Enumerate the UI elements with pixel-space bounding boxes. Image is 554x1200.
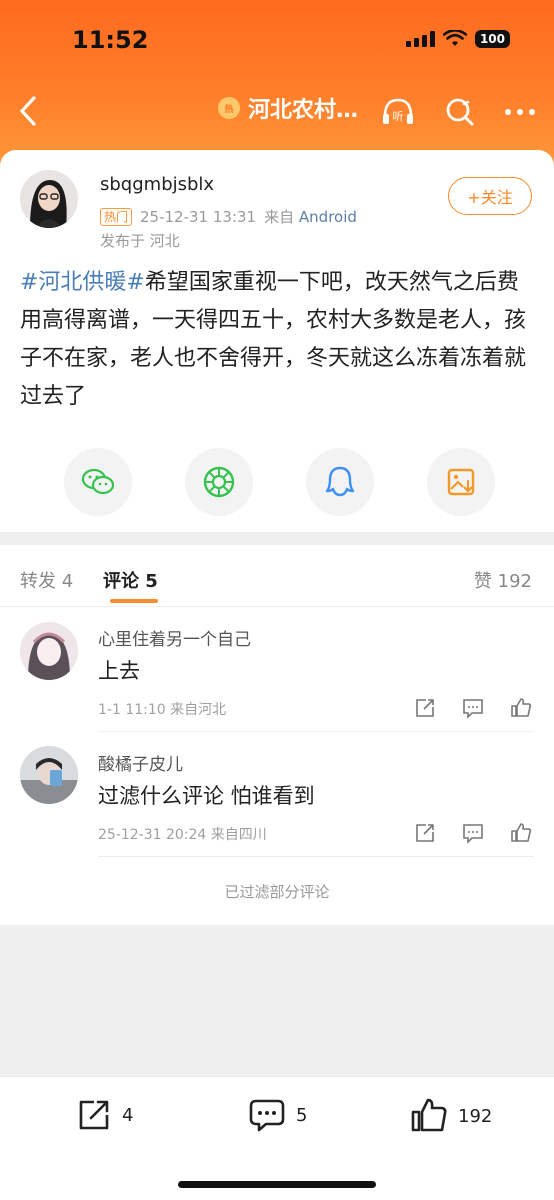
share-qq-button[interactable] <box>306 448 374 516</box>
bottom-like-button[interactable]: 192 <box>410 1097 492 1135</box>
more-icon[interactable] <box>504 107 536 117</box>
comment-username[interactable]: 酸橘子皮儿 <box>98 750 183 775</box>
post-card: sbqgmbjsblx 热门 25-12-31 13:31 来自 Android… <box>0 150 554 532</box>
post-source-prefix: 来自 <box>264 208 295 226</box>
comment-actions <box>414 697 532 719</box>
bottom-comment-button[interactable]: 5 <box>248 1097 307 1133</box>
comment-actions <box>414 822 532 844</box>
comment-meta: 25-12-31 20:24 来自四川 <box>98 827 267 843</box>
hot-badge: 热门 <box>100 207 133 226</box>
qq-icon <box>325 466 355 497</box>
post-source-name: Android <box>298 208 357 226</box>
comment-divider <box>98 731 534 732</box>
comment-count: 5 <box>296 1104 308 1126</box>
tabs: 转发 4 评论 5 赞 192 <box>0 545 554 607</box>
topic-title: 河北农村… <box>248 98 359 123</box>
status-time: 11:52 <box>72 26 149 54</box>
share-row <box>64 448 495 516</box>
top-nav: 热 河北农村… 听 <box>0 80 554 140</box>
svg-text:听: 听 <box>393 110 404 123</box>
bottom-action-bar: 4 5 192 <box>0 1076 554 1200</box>
wechat-icon <box>81 468 115 495</box>
tab-repost[interactable]: 转发 4 <box>20 567 73 593</box>
reply-icon[interactable] <box>462 822 484 844</box>
nav-actions: 听 <box>380 96 536 128</box>
signal-icon <box>405 31 435 47</box>
topic-title-link[interactable]: 热 河北农村… <box>218 92 358 124</box>
search-icon[interactable] <box>444 96 476 128</box>
like-count: 192 <box>458 1105 493 1127</box>
comment-avatar[interactable] <box>20 746 78 804</box>
battery-icon: 100 <box>474 30 510 48</box>
back-icon[interactable] <box>14 94 44 128</box>
hashtag-link[interactable]: #河北供暖# <box>20 270 145 295</box>
tab-likes[interactable]: 赞 192 <box>474 567 532 593</box>
repost-icon[interactable] <box>414 697 436 719</box>
topic-badge-icon: 热 <box>218 97 240 119</box>
listen-icon[interactable]: 听 <box>380 96 416 128</box>
post-body: #河北供暖#希望国家重视一下吧，改天然气之后费用高得离谱，一天得四五十，农村大多… <box>20 264 530 416</box>
repost-icon[interactable] <box>414 822 436 844</box>
post-date: 25-12-31 13:31 <box>140 207 257 226</box>
status-icons: 100 <box>405 30 510 48</box>
reply-icon[interactable] <box>462 697 484 719</box>
repost-count: 4 <box>122 1104 134 1126</box>
comment-meta: 1-1 11:10 来自河北 <box>98 702 227 718</box>
bottom-repost-button[interactable]: 4 <box>76 1097 133 1133</box>
header: 11:52 100 热 河北农村… 听 <box>0 0 554 175</box>
share-moments-button[interactable] <box>185 448 253 516</box>
post-meta: 热门 25-12-31 13:31 来自 Android <box>100 206 357 227</box>
post-source: 来自 Android <box>264 206 357 227</box>
tab-active-indicator <box>110 599 158 603</box>
post-location: 发布于 河北 <box>100 232 180 250</box>
tab-comments[interactable]: 评论 5 <box>103 567 158 593</box>
comment-text: 上去 <box>98 659 140 683</box>
like-icon[interactable] <box>510 822 532 844</box>
like-icon[interactable] <box>510 697 532 719</box>
home-indicator <box>178 1181 376 1188</box>
comment-username[interactable]: 心里住着另一个自己 <box>98 625 251 650</box>
comment-avatar[interactable] <box>20 622 78 680</box>
comment-icon <box>249 1099 285 1132</box>
status-bar: 11:52 100 <box>0 0 554 80</box>
wifi-icon <box>442 30 467 46</box>
author-avatar[interactable] <box>20 170 78 228</box>
comment-divider <box>98 856 534 857</box>
comment-list: 心里住着另一个自己 上去 1-1 11:10 来自河北 酸橘子皮儿 过滤什么评论… <box>0 607 554 925</box>
author-username[interactable]: sbqgmbjsblx <box>100 174 214 195</box>
save-image-icon <box>447 468 475 496</box>
follow-button[interactable]: +关注 <box>448 177 532 215</box>
moments-icon <box>203 466 235 498</box>
comment-text: 过滤什么评论 怕谁看到 <box>98 784 315 808</box>
save-image-button[interactable] <box>427 448 495 516</box>
thumbs-up-icon <box>411 1098 447 1132</box>
repost-icon <box>79 1100 109 1130</box>
filtered-comments-note: 已过滤部分评论 <box>224 883 330 901</box>
share-wechat-button[interactable] <box>64 448 132 516</box>
